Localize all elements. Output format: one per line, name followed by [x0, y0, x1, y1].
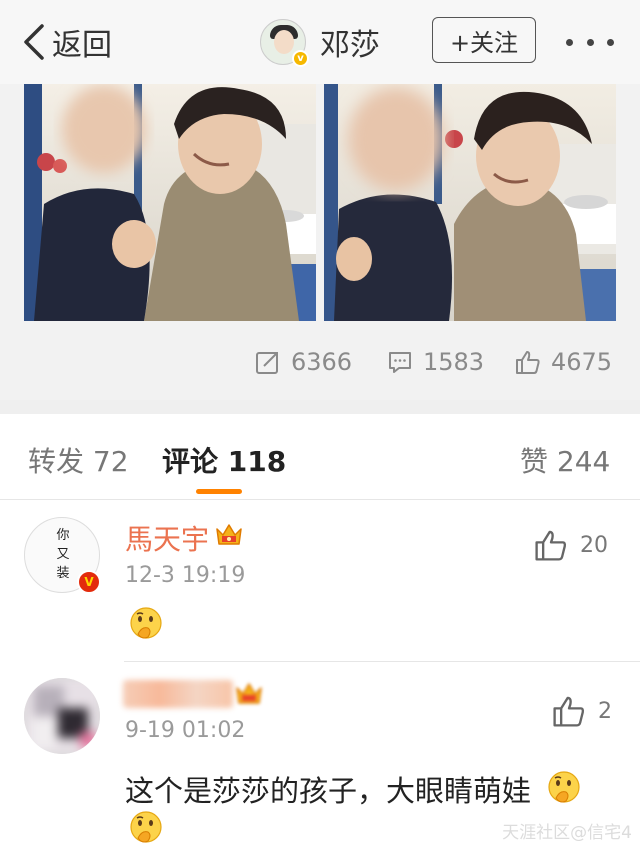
back-label: 返回 — [52, 28, 112, 63]
repost-icon — [256, 352, 278, 374]
comment-divider — [124, 661, 640, 662]
chevron-left-icon — [24, 24, 44, 60]
nav-bar: 返回 v 邓莎 +关注 — [0, 0, 640, 84]
comment-time: 9-19 01:02 — [125, 718, 246, 743]
thinking-emoji-icon — [548, 771, 580, 803]
more-icon[interactable] — [566, 28, 614, 56]
tab-bar: 转发 72 评论 118 赞 244 — [0, 414, 640, 500]
avatar[interactable] — [24, 678, 100, 754]
avatar-calligraphy: 你又装 — [56, 528, 70, 581]
comment-count: 1583 — [423, 348, 485, 376]
avatar[interactable]: v — [260, 19, 309, 67]
section-divider — [0, 400, 640, 414]
thinking-emoji-icon — [130, 811, 162, 843]
comment-button[interactable]: 1583 — [387, 342, 484, 382]
post-photo-1[interactable] — [24, 84, 316, 321]
repost-button[interactable]: 6366 — [255, 342, 352, 382]
tab-like[interactable]: 赞 244 — [520, 440, 610, 480]
comment-author[interactable] — [123, 680, 233, 708]
thumbs-up-icon — [516, 351, 540, 374]
comment-like-count: 20 — [580, 532, 608, 558]
verified-icon: V — [77, 570, 101, 594]
thumbs-up-icon — [553, 696, 585, 727]
comment-time: 12-3 19:19 — [125, 563, 246, 588]
repost-count: 6366 — [291, 348, 353, 376]
comment-like-button[interactable]: 20 — [534, 528, 608, 562]
post-card: 6366 1583 4675 — [0, 84, 640, 400]
watermark: 天涯社区@信宅4 — [502, 823, 632, 843]
page-title: 邓莎 — [320, 28, 380, 63]
tab-repost[interactable]: 转发 72 — [28, 440, 129, 480]
back-button[interactable]: 返回 — [22, 22, 112, 63]
nav-profile[interactable]: v 邓莎 — [260, 18, 380, 67]
tab-comment[interactable]: 评论 118 — [162, 440, 286, 480]
crown-icon — [216, 524, 242, 545]
comment-icon — [389, 352, 411, 373]
comment-author[interactable]: 馬天宇 — [125, 518, 209, 558]
like-count: 4675 — [551, 348, 613, 376]
thinking-emoji-icon — [130, 607, 162, 639]
crown-icon — [236, 683, 262, 704]
like-button[interactable]: 4675 — [515, 342, 612, 382]
tab-indicator — [196, 489, 242, 494]
comment-like-count: 2 — [598, 698, 612, 724]
thumbs-up-icon — [535, 530, 567, 561]
verified-icon: v — [292, 50, 309, 67]
comment-text: 这个是莎莎的孩子，大眼睛萌娃 — [125, 774, 532, 808]
follow-button[interactable]: +关注 — [432, 17, 536, 63]
post-photo-2[interactable] — [324, 84, 616, 321]
comment-like-button[interactable]: 2 — [552, 694, 612, 728]
